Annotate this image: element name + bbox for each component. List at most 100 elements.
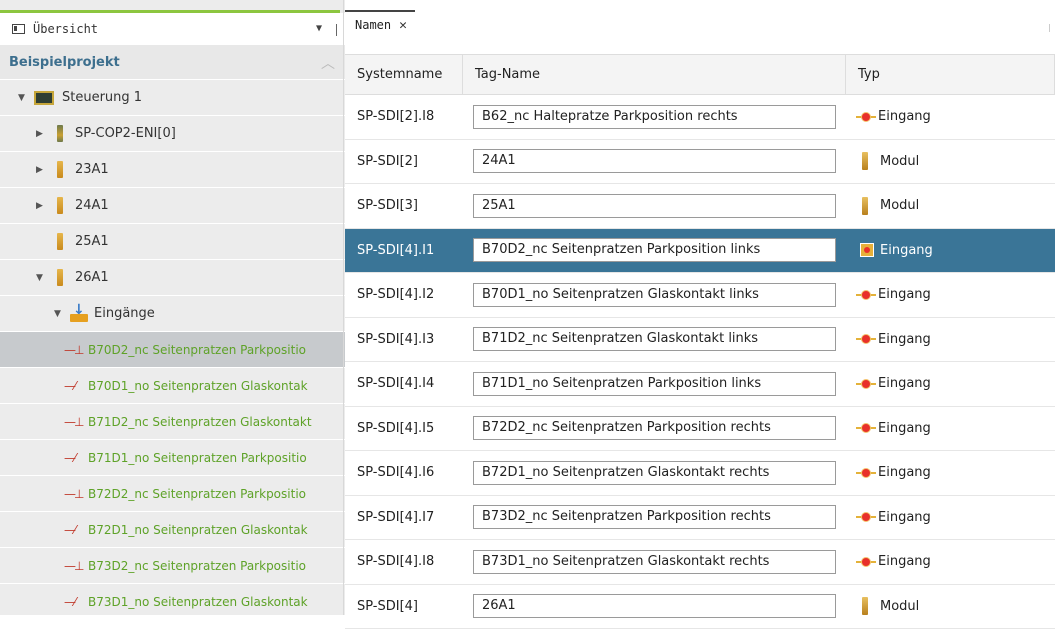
tag-name-input[interactable]: B62_nc Haltepratze Parkposition rechts xyxy=(473,105,836,129)
table-row[interactable]: SP-SDI[2]24A1Modul xyxy=(345,140,1055,185)
collapsed-arrow-icon[interactable]: ▶ xyxy=(36,201,48,211)
project-tree-panel: Übersicht ▼ Beispielprojekt ︿ ▼Steuerung… xyxy=(0,0,345,615)
systemname-cell: SP-SDI[2] xyxy=(345,140,463,184)
panel-divider xyxy=(336,24,337,36)
tree-signal-item[interactable]: —⊥B70D2_nc Seitenpratzen Parkpositio xyxy=(0,332,345,368)
tag-name-input[interactable]: B70D2_nc Seitenpratzen Parkposition link… xyxy=(473,238,836,262)
collapse-icon[interactable]: ︿ xyxy=(321,53,335,73)
nc-contact-icon: —⊥ xyxy=(64,415,84,429)
table-row[interactable]: SP-SDI[4].I4B71D1_no Seitenpratzen Parkp… xyxy=(345,362,1055,407)
tree-signal-item[interactable]: —⁄B70D1_no Seitenpratzen Glaskontak xyxy=(0,368,345,404)
panel-header: Übersicht ▼ xyxy=(0,13,345,45)
tree-item[interactable]: ▶23A1 xyxy=(0,152,345,188)
tree-item[interactable]: ▼Steuerung 1 xyxy=(0,80,345,116)
expanded-arrow-icon[interactable]: ▼ xyxy=(18,93,30,103)
chevron-down-icon[interactable]: ▼ xyxy=(316,23,322,34)
panel-splitter[interactable] xyxy=(343,0,344,615)
systemname-cell: SP-SDI[4].I3 xyxy=(345,318,463,362)
tree-item[interactable]: ▼26A1 xyxy=(0,260,345,296)
systemname-cell: SP-SDI[2].I8 xyxy=(345,95,463,139)
column-header-systemname[interactable]: Systemname xyxy=(345,55,463,94)
tree-item[interactable]: ▶ 24A1 xyxy=(0,188,345,224)
tag-name-input[interactable]: 25A1 xyxy=(473,194,836,218)
typ-cell: Eingang xyxy=(846,229,1055,273)
systemname-cell: SP-SDI[4].I7 xyxy=(345,496,463,540)
no-contact-icon: —⁄ xyxy=(64,451,84,465)
table-row[interactable]: SP-SDI[4].I8B73D1_no Seitenpratzen Glask… xyxy=(345,540,1055,585)
table-row[interactable]: SP-SDI[4].I6 B72D1_no Seitenpratzen Glask… xyxy=(345,451,1055,496)
tag-name-input[interactable]: B73D1_no Seitenpratzen Glaskontakt recht… xyxy=(473,550,836,574)
table-row[interactable]: SP-SDI[4].I5B72D2_nc Seitenpratzen Parkp… xyxy=(345,407,1055,452)
overview-icon xyxy=(12,24,25,34)
tree-item-label: 24A1 xyxy=(75,198,109,213)
tree-project-root[interactable]: Beispielprojekt ︿ xyxy=(0,45,345,80)
expanded-arrow-icon[interactable]: ▼ xyxy=(54,309,66,319)
tag-name-input[interactable]: B70D1_no Seitenpratzen Glaskontakt links xyxy=(473,283,836,307)
tree-signal-item[interactable]: —⊥B72D2_nc Seitenpratzen Parkpositio xyxy=(0,476,345,512)
tree-signal-item[interactable]: —⁄ B72D1_no Seitenpratzen Glaskontak xyxy=(0,512,345,548)
typ-label: Eingang xyxy=(878,332,931,347)
tab-namen[interactable]: Namen ✕ xyxy=(345,10,415,45)
tag-name-cell: B71D2_nc Seitenpratzen Glaskontakt links xyxy=(463,318,846,362)
no-contact-icon: —⁄ xyxy=(64,523,84,537)
collapsed-arrow-icon[interactable]: ▶ xyxy=(36,165,48,175)
typ-label: Eingang xyxy=(878,421,931,436)
signal-label: B70D2_nc Seitenpratzen Parkpositio xyxy=(88,343,306,357)
tree-item[interactable]: ▶ SP-COP2-ENI[0] xyxy=(0,116,345,152)
typ-cell: Eingang xyxy=(846,362,1055,406)
tag-name-cell: 26A1 xyxy=(463,585,846,629)
tab-bar: Namen ✕ xyxy=(345,0,1055,45)
table-row[interactable]: SP-SDI[4].I1B70D2_nc Seitenpratzen Parkp… xyxy=(345,229,1055,274)
table-row[interactable]: SP-SDI[4].I3 B71D2_nc Seitenpratzen Glask… xyxy=(345,318,1055,363)
expanded-arrow-icon[interactable]: ▼ xyxy=(36,273,48,283)
tag-name-cell: B62_nc Haltepratze Parkposition rechts xyxy=(463,95,846,139)
typ-label: Modul xyxy=(880,599,919,614)
table-row[interactable]: SP-SDI[4].I7 B73D2_nc Seitenpratzen Parkp… xyxy=(345,496,1055,541)
typ-cell: Eingang xyxy=(846,273,1055,317)
tree-signal-item[interactable]: —⁄B73D1_no Seitenpratzen Glaskontak xyxy=(0,584,345,615)
typ-cell: Eingang xyxy=(846,540,1055,584)
collapsed-arrow-icon[interactable]: ▶ xyxy=(36,129,48,139)
tree-signal-item[interactable]: —⁄B71D1_no Seitenpratzen Parkpositio xyxy=(0,440,345,476)
table-row[interactable]: SP-SDI[4]26A1Modul xyxy=(345,585,1055,629)
tag-name-cell: 25A1 xyxy=(463,184,846,228)
inputs-folder-icon xyxy=(70,306,88,322)
column-header-typ[interactable]: Typ xyxy=(846,55,1055,94)
tag-name-input[interactable]: B73D2_nc Seitenpratzen Parkposition rech… xyxy=(473,505,836,529)
tree-item[interactable]: 25A1 xyxy=(0,224,345,260)
table-row[interactable]: SP-SDI[2].I8 B62_nc Haltepratze Parkposit… xyxy=(345,95,1055,140)
input-icon xyxy=(856,378,876,390)
table-body: SP-SDI[2].I8 B62_nc Haltepratze Parkposit… xyxy=(345,95,1055,629)
tag-name-input[interactable]: B71D2_nc Seitenpratzen Glaskontakt links xyxy=(473,327,836,351)
panel-title: Übersicht xyxy=(33,22,98,36)
typ-cell: Eingang xyxy=(846,407,1055,451)
typ-cell: Modul xyxy=(846,585,1055,629)
tag-name-input[interactable]: B72D2_nc Seitenpratzen Parkposition rech… xyxy=(473,416,836,440)
column-header-tag-name[interactable]: Tag-Name xyxy=(463,55,846,94)
input-icon xyxy=(856,511,876,523)
input-icon xyxy=(860,243,874,257)
close-icon[interactable]: ✕ xyxy=(399,18,407,33)
table-row[interactable]: SP-SDI[4].I2B70D1_no Seitenpratzen Glask… xyxy=(345,273,1055,318)
tag-name-input[interactable]: B72D1_no Seitenpratzen Glaskontakt recht… xyxy=(473,461,836,485)
controller-icon xyxy=(34,91,54,105)
signal-label: B73D1_no Seitenpratzen Glaskontak xyxy=(88,595,308,609)
tree-signal-item[interactable]: —⊥B71D2_nc Seitenpratzen Glaskontakt xyxy=(0,404,345,440)
tree-item-label: 25A1 xyxy=(75,234,109,249)
signal-label: B72D2_nc Seitenpratzen Parkpositio xyxy=(88,487,306,501)
no-contact-icon: —⁄ xyxy=(64,379,84,393)
signal-label: B72D1_no Seitenpratzen Glaskontak xyxy=(88,523,308,537)
tag-name-input[interactable]: B71D1_no Seitenpratzen Parkposition link… xyxy=(473,372,836,396)
input-icon xyxy=(856,467,876,479)
typ-cell: Eingang xyxy=(846,451,1055,495)
tag-name-input[interactable]: 24A1 xyxy=(473,149,836,173)
systemname-cell: SP-SDI[4].I6 xyxy=(345,451,463,495)
tree-item[interactable]: ▼ Eingänge xyxy=(0,296,345,332)
tag-name-cell: B73D2_nc Seitenpratzen Parkposition rech… xyxy=(463,496,846,540)
table-header: Systemname Tag-Name Typ xyxy=(345,54,1055,95)
tree-item-label: Eingänge xyxy=(94,306,155,321)
tag-name-cell: B73D1_no Seitenpratzen Glaskontakt recht… xyxy=(463,540,846,584)
tree-item-label: SP-COP2-ENI[0] xyxy=(75,126,176,141)
tree-signal-item[interactable]: —⊥B73D2_nc Seitenpratzen Parkpositio xyxy=(0,548,345,584)
table-row[interactable]: SP-SDI[3]25A1Modul xyxy=(345,184,1055,229)
